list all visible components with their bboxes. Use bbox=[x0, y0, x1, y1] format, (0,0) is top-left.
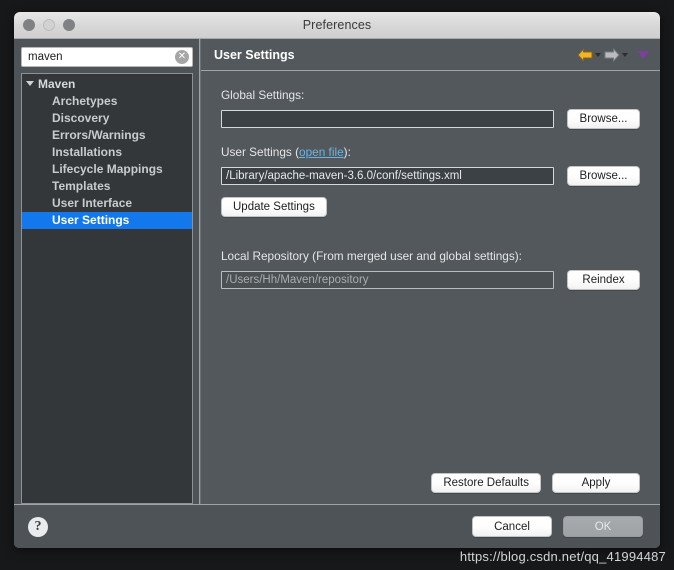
apply-button[interactable]: Apply bbox=[552, 473, 640, 493]
tree-item-maven[interactable]: Maven bbox=[22, 76, 192, 93]
tree-item-label: Lifecycle Mappings bbox=[52, 162, 163, 176]
user-settings-label-suffix: ): bbox=[343, 145, 351, 159]
user-settings-label: User Settings (open file): bbox=[221, 145, 640, 159]
tree-item-label: Maven bbox=[38, 77, 76, 91]
clear-search-icon[interactable]: ✕ bbox=[175, 50, 189, 64]
panel-actions: Restore Defaults Apply bbox=[431, 473, 640, 493]
back-nav-group bbox=[577, 48, 601, 62]
preferences-window: Preferences ✕ Maven Archetypes bbox=[14, 12, 660, 548]
local-repository-label: Local Repository (From merged user and g… bbox=[221, 249, 522, 263]
footer-actions: Cancel OK bbox=[472, 516, 643, 537]
zoom-window-button[interactable] bbox=[63, 19, 75, 31]
global-settings-browse-button[interactable]: Browse... bbox=[567, 109, 640, 129]
user-settings-form: Global Settings: Browse... User Settings… bbox=[201, 71, 660, 504]
local-repository-row: Reindex bbox=[221, 270, 640, 290]
tree-item-label: Templates bbox=[52, 179, 111, 193]
restore-defaults-button[interactable]: Restore Defaults bbox=[431, 473, 541, 493]
open-file-link[interactable]: open file bbox=[299, 145, 344, 159]
reindex-button[interactable]: Reindex bbox=[567, 270, 640, 290]
global-settings-label: Global Settings: bbox=[221, 88, 305, 102]
navigation-icons bbox=[577, 48, 649, 62]
tree-item-label: User Interface bbox=[52, 196, 133, 210]
tree-item-lifecycle-mappings[interactable]: Lifecycle Mappings bbox=[22, 161, 192, 178]
global-settings-row: Browse... bbox=[221, 109, 640, 129]
tree-item-errors-warnings[interactable]: Errors/Warnings bbox=[22, 127, 192, 144]
tree-item-archetypes[interactable]: Archetypes bbox=[22, 93, 192, 110]
window-title: Preferences bbox=[302, 18, 372, 32]
back-chevron-down-icon[interactable] bbox=[595, 52, 601, 57]
update-settings-button[interactable]: Update Settings bbox=[221, 197, 327, 217]
global-settings-input[interactable] bbox=[221, 110, 554, 128]
close-window-button[interactable] bbox=[23, 19, 35, 31]
menu-chevron-down-icon[interactable] bbox=[637, 50, 649, 59]
tree-item-discovery[interactable]: Discovery bbox=[22, 110, 192, 127]
traffic-lights bbox=[23, 12, 75, 38]
user-settings-label-prefix: User Settings ( bbox=[221, 145, 300, 159]
page-title: User Settings bbox=[214, 47, 295, 62]
window-body: ✕ Maven Archetypes Discovery Errors/Warn… bbox=[14, 39, 660, 548]
sidebar: ✕ Maven Archetypes Discovery Errors/Warn… bbox=[14, 39, 200, 504]
user-settings-browse-button[interactable]: Browse... bbox=[567, 166, 640, 186]
search-field-wrapper: ✕ bbox=[21, 47, 193, 67]
window-titlebar: Preferences bbox=[14, 12, 660, 39]
local-repository-input[interactable] bbox=[221, 271, 554, 289]
content-header: User Settings bbox=[201, 39, 660, 71]
watermark-text: https://blog.csdn.net/qq_41994487 bbox=[459, 549, 666, 564]
main-row: ✕ Maven Archetypes Discovery Errors/Warn… bbox=[14, 39, 660, 504]
tree-item-label: User Settings bbox=[52, 213, 130, 227]
tree-item-label: Installations bbox=[52, 145, 123, 159]
tree-item-label: Errors/Warnings bbox=[52, 128, 146, 142]
ok-button[interactable]: OK bbox=[563, 516, 643, 537]
tree-item-templates[interactable]: Templates bbox=[22, 178, 192, 195]
search-input[interactable] bbox=[21, 47, 193, 67]
forward-chevron-down-icon[interactable] bbox=[622, 52, 628, 57]
cancel-button[interactable]: Cancel bbox=[472, 516, 552, 537]
tree-item-installations[interactable]: Installations bbox=[22, 144, 192, 161]
user-settings-row: Browse... bbox=[221, 166, 640, 186]
forward-arrow-icon[interactable] bbox=[604, 48, 620, 62]
tree-item-label: Discovery bbox=[52, 111, 110, 125]
help-question-icon[interactable]: ? bbox=[28, 516, 48, 537]
back-arrow-icon[interactable] bbox=[577, 48, 593, 62]
chevron-down-icon[interactable] bbox=[26, 81, 34, 86]
tree-item-label: Archetypes bbox=[52, 94, 118, 108]
minimize-window-button[interactable] bbox=[43, 19, 55, 31]
tree-item-user-interface[interactable]: User Interface bbox=[22, 195, 192, 212]
dialog-footer: ? Cancel OK bbox=[14, 504, 660, 548]
forward-nav-group bbox=[604, 48, 628, 62]
user-settings-input[interactable] bbox=[221, 167, 554, 185]
tree-item-user-settings[interactable]: User Settings bbox=[22, 212, 192, 229]
content-panel: User Settings Global Settings: Browse...… bbox=[200, 39, 660, 504]
preferences-tree[interactable]: Maven Archetypes Discovery Errors/Warnin… bbox=[21, 73, 193, 504]
